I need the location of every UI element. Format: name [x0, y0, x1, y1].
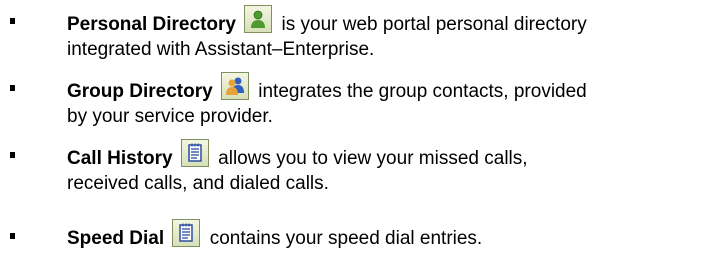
- item-text: Call History allows you to view your mis…: [67, 139, 727, 196]
- bullet-square: [10, 18, 15, 24]
- item-text: Personal Directory is your web portal pe…: [67, 5, 727, 62]
- bullet-square: [10, 233, 15, 239]
- item-description: integrates the group contacts, provided: [258, 81, 587, 102]
- item-line-1: Speed Dial contains your speed dial entr…: [67, 219, 727, 251]
- item-title: Speed Dial: [67, 228, 165, 249]
- item-line-2: integrated with Assistant–Enterprise.: [67, 39, 375, 60]
- bullet-square: [10, 85, 15, 91]
- item-line-1: Call History allows you to view your mis…: [67, 139, 727, 171]
- item-title: Personal Directory: [67, 14, 236, 35]
- item-description: is your web portal personal directory: [281, 14, 587, 35]
- item-line-2: received calls, and dialed calls.: [67, 173, 329, 194]
- speed-dial-icon: [172, 219, 201, 247]
- item-description: contains your speed dial entries.: [209, 228, 483, 249]
- item-title: Call History: [67, 148, 173, 169]
- item-line-1: Group Directory integrates the group con…: [67, 72, 727, 104]
- item-title: Group Directory: [67, 81, 213, 102]
- item-description: allows you to view your missed calls,: [218, 148, 528, 169]
- call-history-icon: [180, 139, 209, 167]
- item-line-1: Personal Directory is your web portal pe…: [67, 5, 727, 37]
- item-line-2: by your service provider.: [67, 106, 273, 127]
- group-directory-icon: [220, 72, 249, 100]
- item-text: Speed Dial contains your speed dial entr…: [67, 219, 727, 251]
- feature-list: Personal Directory is your web portal pe…: [0, 0, 727, 273]
- bullet-square: [10, 152, 15, 158]
- personal-directory-icon: [244, 5, 273, 33]
- item-text: Group Directory integrates the group con…: [67, 72, 727, 129]
